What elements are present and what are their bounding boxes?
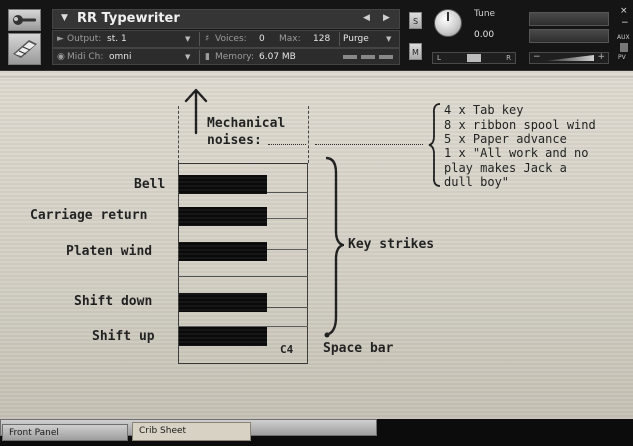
key-label-bell: Bell <box>134 177 166 192</box>
midi-icon: ◉ <box>57 52 65 62</box>
output-arrow-icon: ► <box>57 34 64 44</box>
minimize-instrument-icon[interactable]: − <box>621 18 629 28</box>
tune-value[interactable]: 0.00 <box>474 30 494 40</box>
key-strikes-label: Key strikes <box>348 237 435 252</box>
instrument-menu-arrow-icon[interactable]: ▼ <box>61 13 68 23</box>
purge-menu[interactable]: Purge <box>343 34 369 44</box>
range-guide-left <box>178 106 179 163</box>
dotted-leader <box>315 144 423 145</box>
black-key-platen-wind <box>179 242 267 261</box>
dotted-leader <box>268 144 306 145</box>
black-key-shift-up <box>179 327 267 346</box>
key-label-shift-down: Shift down <box>74 294 153 309</box>
crib-sheet-panel: Mechanical noises: 4 x Tab key 8 x ribbo… <box>0 71 633 419</box>
noise-list-item: dull boy" <box>444 175 510 189</box>
tab-crib-sheet[interactable]: Crib Sheet <box>132 422 251 441</box>
aux-toggle[interactable] <box>620 43 628 52</box>
midi-channel-label: Midi Ch: <box>67 52 104 62</box>
memory-meter-segment <box>361 55 375 59</box>
solo-button[interactable]: S <box>409 12 422 29</box>
volume-minus-icon: − <box>533 52 541 62</box>
memory-meter-segment <box>343 55 357 59</box>
noise-list-item: play makes Jack a <box>444 161 567 175</box>
instrument-title[interactable]: RR Typewriter <box>77 11 180 26</box>
output-select[interactable]: st. 1 <box>107 34 127 44</box>
level-meter-left <box>529 12 609 26</box>
voices-icon: ♯ <box>205 34 210 44</box>
instrument-options-button[interactable] <box>8 9 41 31</box>
level-meter-right <box>529 29 609 43</box>
info-row-output: ► Output: st. 1 ▼ ♯ Voices: 0 Max: 128 P… <box>52 30 400 48</box>
pan-right-label: R <box>506 54 511 62</box>
next-instrument-icon[interactable]: ▶ <box>383 13 390 23</box>
pan-slider-handle[interactable] <box>467 54 481 62</box>
key-label-platen-wind: Platen wind <box>66 244 153 259</box>
memory-icon: ▮ <box>205 52 210 62</box>
aux-label: AUX <box>617 34 630 41</box>
noise-list-item: 4 x Tab key <box>444 103 524 117</box>
mechanical-noises-subheading: noises: <box>207 133 262 148</box>
previous-instrument-icon[interactable]: ◀ <box>363 13 370 23</box>
space-bar-label: Space bar <box>323 341 394 356</box>
up-arrow-icon <box>184 88 208 135</box>
tune-knob[interactable] <box>434 9 462 37</box>
purge-dropdown-icon[interactable]: ▼ <box>386 35 391 43</box>
keyboard-toggle-button[interactable] <box>8 33 41 65</box>
divider <box>199 32 200 46</box>
volume-ramp <box>544 55 594 61</box>
output-dropdown-icon[interactable]: ▼ <box>185 35 190 43</box>
mechanical-noises-heading: Mechanical <box>207 116 286 131</box>
tab-front-panel[interactable]: Front Panel <box>2 424 128 441</box>
info-row-midi: ◉ Midi Ch: omni ▼ ▮ Memory: 6.07 MB <box>52 48 400 65</box>
keyboard-icon <box>13 40 37 58</box>
max-voices-value[interactable]: 128 <box>313 34 330 44</box>
c4-note-label: C4 <box>280 343 294 356</box>
black-key-carriage-return <box>179 207 267 226</box>
output-label: Output: <box>67 34 102 44</box>
divider <box>199 50 200 64</box>
page-tab-bar: Front Panel Crib Sheet <box>0 419 633 446</box>
key-label-shift-up: Shift up <box>92 329 155 344</box>
voices-value: 0 <box>259 34 265 44</box>
volume-plus-icon: + <box>597 52 605 62</box>
noise-list-item: 8 x ribbon spool wind <box>444 118 596 132</box>
divider <box>339 32 340 46</box>
key-label-carriage-return: Carriage return <box>30 208 148 223</box>
pv-label: PV <box>618 54 626 61</box>
range-guide-right <box>308 106 309 163</box>
memory-label: Memory: <box>215 52 254 62</box>
mute-button[interactable]: M <box>409 43 422 60</box>
tune-label: Tune <box>474 9 496 19</box>
black-key-bell <box>179 175 267 194</box>
close-instrument-icon[interactable]: × <box>620 6 628 16</box>
instrument-name-bar: ▼ RR Typewriter ◀ ▶ <box>52 9 400 29</box>
pan-slider[interactable]: L R <box>432 52 516 64</box>
voices-label: Voices: <box>215 34 247 44</box>
noise-list-brace-icon <box>428 103 441 187</box>
volume-slider[interactable]: − + <box>529 52 609 64</box>
noise-list-item: 1 x "All work and no <box>444 146 589 160</box>
memory-meter-segment <box>379 55 393 59</box>
paper-crease <box>0 76 633 78</box>
tune-knob-indicator <box>447 12 449 21</box>
pan-left-label: L <box>437 54 441 62</box>
memory-value: 6.07 MB <box>259 52 296 62</box>
black-key-shift-down <box>179 293 267 312</box>
midi-dropdown-icon[interactable]: ▼ <box>185 53 190 61</box>
noise-list-item: 5 x Paper advance <box>444 132 567 146</box>
kontakt-instrument-window: ▼ RR Typewriter ◀ ▶ ► Output: st. 1 ▼ ♯ … <box>0 0 633 446</box>
white-key-divider <box>178 276 308 277</box>
midi-channel-select[interactable]: omni <box>109 52 131 62</box>
wrench-icon <box>13 15 36 25</box>
max-label: Max: <box>279 34 301 44</box>
instrument-header: ▼ RR Typewriter ◀ ▶ ► Output: st. 1 ▼ ♯ … <box>0 0 633 71</box>
key-strikes-brace-icon <box>324 156 344 338</box>
